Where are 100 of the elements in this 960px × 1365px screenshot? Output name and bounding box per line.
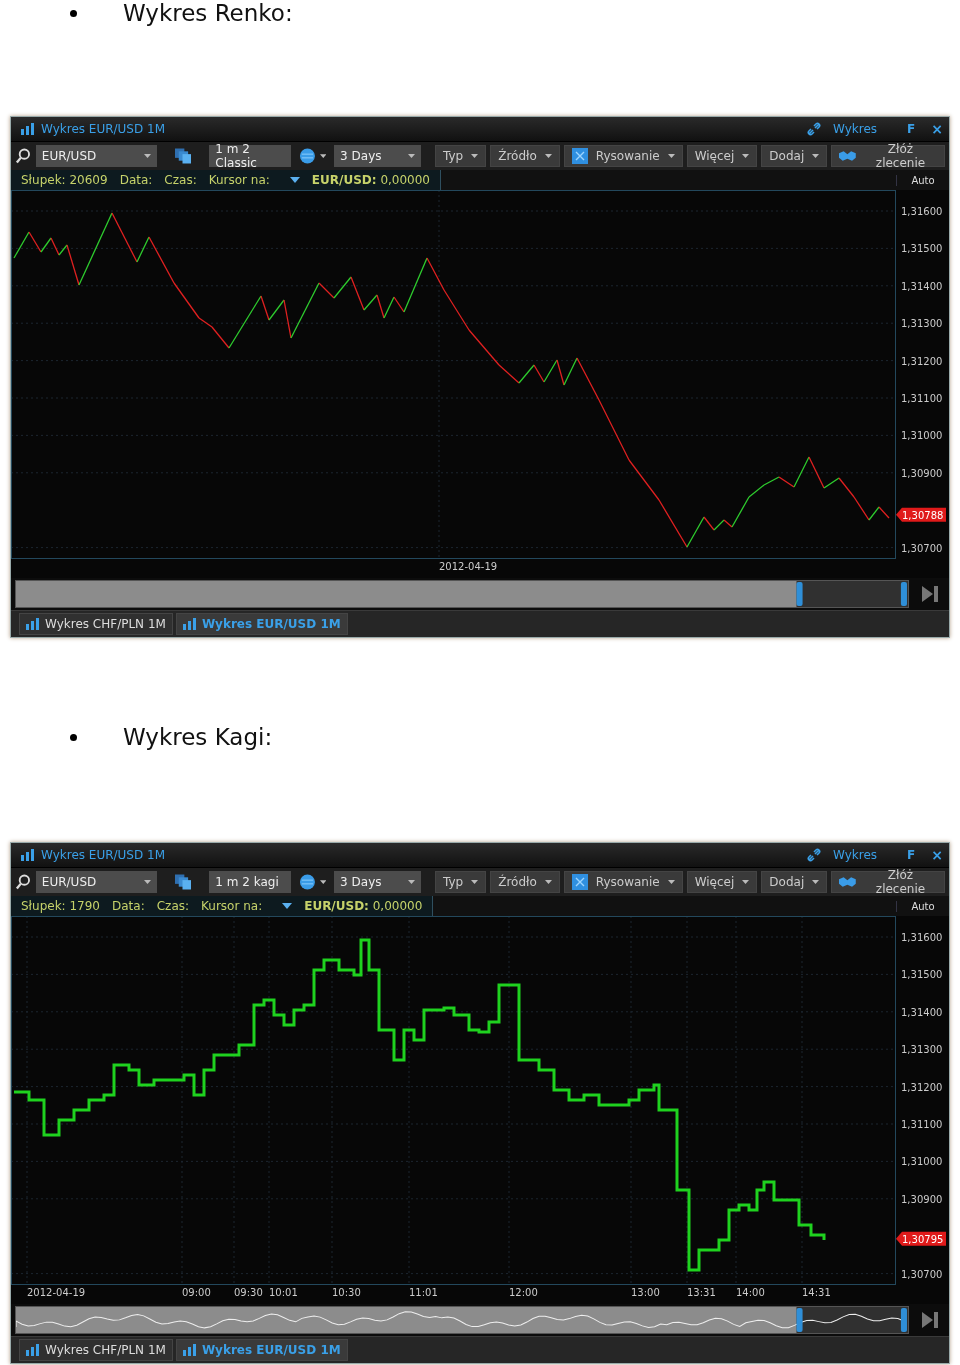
bar-chart-icon xyxy=(182,618,197,630)
caret-icon xyxy=(742,154,750,158)
caret-icon xyxy=(408,154,415,158)
caret-icon xyxy=(544,880,552,884)
scale-mode-button[interactable]: Auto xyxy=(896,174,949,186)
close-button[interactable]: × xyxy=(931,847,943,863)
chart-link[interactable]: Wykres xyxy=(833,122,878,136)
price-label: 1,30700 xyxy=(901,1268,943,1280)
drawing-icon xyxy=(571,148,588,164)
dropdown-icon[interactable] xyxy=(289,177,300,183)
link-icon xyxy=(807,848,822,862)
time-label: 2012-04-19 xyxy=(439,561,498,572)
chart-tab[interactable]: Wykres EUR/USD 1M xyxy=(175,1339,348,1361)
time-label: 10:30 xyxy=(332,1287,361,1298)
price-label: 1,31400 xyxy=(901,280,943,292)
menu-button[interactable]: Dodaj xyxy=(761,145,828,167)
layers-icon[interactable] xyxy=(174,148,192,164)
skip-to-end-icon[interactable] xyxy=(921,1311,939,1329)
caret-icon xyxy=(143,880,151,884)
caret-icon xyxy=(471,154,479,158)
section-heading: Wykres Kagi: xyxy=(123,724,273,750)
menu-button[interactable]: Typ xyxy=(435,145,487,167)
caret-icon xyxy=(319,154,327,158)
chart-tab[interactable]: Wykres CHF/PLN 1M xyxy=(19,613,173,635)
info-text: Słupek: 1790 xyxy=(21,899,100,913)
price-tag: 1,30788 xyxy=(896,507,946,522)
interval-field[interactable]: 1 m 2 Classic xyxy=(209,145,291,167)
price-label: 1,31500 xyxy=(901,969,943,981)
price-label: 1,31000 xyxy=(901,430,943,442)
price-label: 1,31100 xyxy=(901,1119,943,1130)
time-label: 14:31 xyxy=(802,1287,831,1298)
window-title: Wykres EUR/USD 1M xyxy=(41,848,166,862)
globe-icon[interactable] xyxy=(298,873,316,891)
menu-button[interactable]: Rysowanie xyxy=(563,145,683,167)
float-button[interactable]: F xyxy=(907,848,916,862)
menu-button[interactable]: Więcej xyxy=(686,871,758,893)
chart-link[interactable]: Wykres xyxy=(833,848,878,862)
menu-button[interactable]: Typ xyxy=(435,871,487,893)
time-label: 12:00 xyxy=(509,1287,538,1298)
interval-field[interactable]: 1 m 2 kagi xyxy=(209,871,291,893)
info-text: Czas: xyxy=(164,173,197,187)
search-icon[interactable] xyxy=(15,147,32,165)
chart-tab[interactable]: Wykres CHF/PLN 1M xyxy=(19,1339,173,1361)
menu-button[interactable]: Źródło xyxy=(490,871,560,893)
bullet-icon xyxy=(70,733,77,741)
price-label: 1,31300 xyxy=(901,1044,943,1056)
time-label: 11:01 xyxy=(409,1287,438,1298)
close-button[interactable]: × xyxy=(931,121,943,137)
caret-icon xyxy=(319,880,327,884)
float-button[interactable]: F xyxy=(907,122,916,136)
drawing-icon xyxy=(571,874,588,890)
range-dropdown[interactable]: 3 Days xyxy=(334,871,421,893)
bar-chart-icon xyxy=(26,1344,40,1356)
chart-tab[interactable]: Wykres EUR/USD 1M xyxy=(175,613,348,635)
globe-icon[interactable] xyxy=(298,147,316,165)
search-icon[interactable] xyxy=(15,873,32,891)
symbol-dropdown[interactable]: EUR/USD xyxy=(35,871,157,893)
caret-icon xyxy=(544,154,552,158)
scale-mode-button[interactable]: Auto xyxy=(896,900,949,912)
price-label: 1,31500 xyxy=(901,243,943,255)
bar-chart-icon xyxy=(182,1344,197,1356)
price-label: 1,30900 xyxy=(901,467,943,479)
info-text: EUR/USD: 0,00000 xyxy=(311,173,430,187)
price-label: 1,31600 xyxy=(901,932,943,943)
info-text: Słupek: 20609 xyxy=(21,173,108,187)
bullet-icon xyxy=(70,9,77,17)
info-text: EUR/USD: 0,00000 xyxy=(304,899,423,913)
price-label: 1,30900 xyxy=(901,1193,943,1205)
caret-icon xyxy=(742,880,750,884)
caret-icon xyxy=(812,880,820,884)
order-button[interactable]: Złóż zlecenie xyxy=(831,145,945,167)
order-button[interactable]: Złóż zlecenie xyxy=(831,871,945,893)
time-label: 09:30 xyxy=(234,1287,263,1298)
price-label: 1,31600 xyxy=(901,206,943,217)
caret-icon xyxy=(143,154,151,158)
menu-button[interactable]: Źródło xyxy=(490,145,560,167)
price-label: 1,31100 xyxy=(901,393,943,404)
time-label: 14:00 xyxy=(736,1287,765,1298)
section-heading: Wykres Renko: xyxy=(123,0,293,26)
skip-to-end-icon[interactable] xyxy=(921,585,939,603)
time-label: 10:01 xyxy=(269,1287,298,1298)
caret-icon xyxy=(812,154,820,158)
dropdown-icon[interactable] xyxy=(282,903,293,909)
range-dropdown[interactable]: 3 Days xyxy=(334,145,421,167)
symbol-dropdown[interactable]: EUR/USD xyxy=(35,145,157,167)
info-text: Czas: xyxy=(156,899,190,913)
time-label: 13:00 xyxy=(631,1287,660,1298)
price-label: 1,30700 xyxy=(901,542,943,554)
caret-icon xyxy=(667,154,675,158)
price-label: 1,31200 xyxy=(901,1081,943,1093)
price-label: 1,31300 xyxy=(901,318,943,330)
time-label: 2012-04-19 xyxy=(27,1287,86,1298)
layers-icon[interactable] xyxy=(174,874,192,890)
menu-button[interactable]: Dodaj xyxy=(761,871,828,893)
price-label: 1,31400 xyxy=(901,1006,943,1018)
menu-button[interactable]: Więcej xyxy=(686,145,758,167)
info-text: Data: xyxy=(119,173,153,187)
price-label: 1,31000 xyxy=(901,1156,943,1168)
bar-chart-icon xyxy=(21,849,35,861)
menu-button[interactable]: Rysowanie xyxy=(563,871,683,893)
